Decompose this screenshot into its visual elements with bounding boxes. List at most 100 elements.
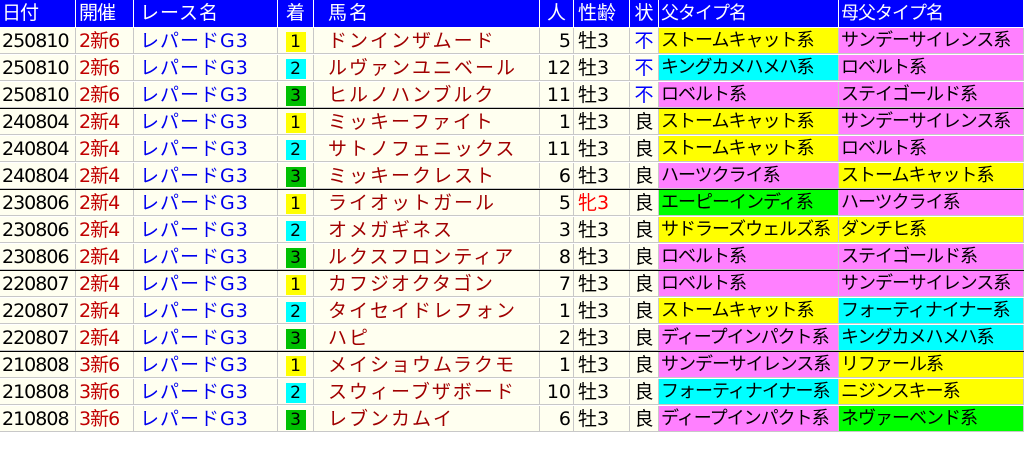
table-row: 240804 2新4 レパードG3 2 サトノフェニックス 11 牡3 良ストームキャット系ロ… [0, 136, 1024, 163]
race-cell: レパードG3 [134, 190, 278, 216]
sex-age-cell: 牡3 [574, 55, 630, 81]
damsire-type-cell: サンデーサイレンス系 [839, 28, 1024, 54]
race-cell: レパードG3 [134, 217, 278, 243]
table-row: 240804 2新4 レパードG3 3 ミッキークレスト 6 牡3 良ハーツクライ系 ストームキ… [0, 163, 1024, 190]
sire-type-cell: フォーティナイナー系 [659, 379, 839, 405]
table-row: 250810 2新6 レパードG3 3 ヒルノハンブルク 11 牡3 不ロベルト系 ステイゴール… [0, 82, 1024, 109]
header-race: レース名 [134, 0, 278, 27]
chaku-cell: 2 [278, 298, 314, 324]
race-cell: レパードG3 [134, 244, 278, 270]
date-cell: 220807 [0, 271, 76, 297]
horse-name-cell: メイショウムラクモ [314, 352, 540, 378]
kai-cell: 2新4 [76, 325, 134, 351]
chaku-cell: 3 [278, 163, 314, 189]
table-row: 210808 3新6 レパードG3 1 メイショウムラクモ 1 牡3 良サンデーサイレンス系リ… [0, 352, 1024, 379]
kai-cell: 2新6 [76, 28, 134, 54]
header-damsire-type: 母父タイプ名 [839, 0, 1024, 27]
race-cell: レパードG3 [134, 136, 278, 162]
damsire-type-cell: ストームキャット系 [839, 163, 1024, 189]
finish-badge: 3 [285, 86, 306, 106]
damsire-type-cell: リファール系 [839, 352, 1024, 378]
chaku-cell: 1 [278, 28, 314, 54]
chaku-cell: 1 [278, 352, 314, 378]
race-cell: レパードG3 [134, 82, 278, 108]
ninki-cell: 1 [540, 298, 574, 324]
cond-cell: 不 [630, 28, 659, 54]
race-cell: レパードG3 [134, 163, 278, 189]
chaku-cell: 1 [278, 271, 314, 297]
chaku-cell: 1 [278, 109, 314, 135]
horse-name-cell: ヒルノハンブルク [314, 82, 540, 108]
cond-cell: 不 [630, 82, 659, 108]
date-cell: 250810 [0, 82, 76, 108]
cond-cell: 良 [630, 190, 659, 216]
race-cell: レパードG3 [134, 379, 278, 405]
sex-age-cell: 牡3 [574, 28, 630, 54]
finish-badge: 1 [285, 356, 306, 376]
sire-type-cell: ストームキャット系 [659, 298, 839, 324]
race-cell: レパードG3 [134, 28, 278, 54]
cond-cell: 良 [630, 244, 659, 270]
table-row: 210808 3新6 レパードG3 2 スウィーブザボード 10 牡3 良フォーティナイナー系… [0, 379, 1024, 406]
kai-cell: 2新6 [76, 82, 134, 108]
cond-cell: 良 [630, 325, 659, 351]
race-cell: レパードG3 [134, 325, 278, 351]
sex-age-cell: 牡3 [574, 217, 630, 243]
horse-name-cell: ライオットガール [314, 190, 540, 216]
sire-type-cell: ハーツクライ系 [659, 163, 839, 189]
horse-name-cell: ドンインザムード [314, 28, 540, 54]
chaku-cell: 2 [278, 379, 314, 405]
horse-name-cell: ルヴァンユニベール [314, 55, 540, 81]
horse-name-cell: ルクスフロンティア [314, 244, 540, 270]
date-cell: 250810 [0, 55, 76, 81]
table-row: 220807 2新4 レパードG3 2 タイセイドレフォン 1 牡3 良ストームキャット系 フォ… [0, 298, 1024, 325]
ninki-cell: 3 [540, 217, 574, 243]
table-row: 250810 2新6 レパードG3 2 ルヴァンユニベール 12 牡3 不キングカメハメハ系ロ… [0, 55, 1024, 82]
header-cond: 状 [630, 0, 659, 27]
cond-cell: 良 [630, 136, 659, 162]
sire-type-cell: ロベルト系 [659, 271, 839, 297]
horse-name-cell: ミッキークレスト [314, 163, 540, 189]
finish-badge: 2 [285, 59, 306, 79]
cond-cell: 良 [630, 298, 659, 324]
finish-badge: 3 [285, 248, 306, 268]
sex-age-cell: 牡3 [574, 136, 630, 162]
kai-cell: 2新6 [76, 55, 134, 81]
chaku-cell: 3 [278, 244, 314, 270]
race-cell: レパードG3 [134, 55, 278, 81]
finish-badge: 2 [285, 302, 306, 322]
cond-cell: 良 [630, 406, 659, 432]
chaku-cell: 2 [278, 55, 314, 81]
sire-type-cell: ストームキャット系 [659, 136, 839, 162]
race-cell: レパードG3 [134, 406, 278, 432]
cond-cell: 良 [630, 109, 659, 135]
kai-cell: 2新4 [76, 163, 134, 189]
date-cell: 230806 [0, 190, 76, 216]
sex-age-cell: 牝3 [574, 190, 630, 216]
damsire-type-cell: ステイゴールド系 [839, 244, 1024, 270]
horse-name-cell: スウィーブザボード [314, 379, 540, 405]
damsire-type-cell: ロベルト系 [839, 136, 1024, 162]
date-cell: 230806 [0, 217, 76, 243]
sire-type-cell: エーピーインディ系 [659, 190, 839, 216]
header-ninki: 人 [540, 0, 574, 27]
damsire-type-cell: ネヴァーベンド系 [839, 406, 1024, 432]
ninki-cell: 6 [540, 406, 574, 432]
damsire-type-cell: サンデーサイレンス系 [839, 271, 1024, 297]
sire-type-cell: ロベルト系 [659, 244, 839, 270]
finish-badge: 2 [285, 140, 306, 160]
sex-age-cell: 牡3 [574, 163, 630, 189]
cond-cell: 良 [630, 352, 659, 378]
finish-badge: 1 [285, 113, 306, 133]
horse-name-cell: タイセイドレフォン [314, 298, 540, 324]
header-kai: 開催 [76, 0, 134, 27]
ninki-cell: 6 [540, 163, 574, 189]
header-name: 馬名 [314, 0, 540, 27]
date-cell: 250810 [0, 28, 76, 54]
kai-cell: 3新6 [76, 406, 134, 432]
kai-cell: 2新4 [76, 298, 134, 324]
damsire-type-cell: ロベルト系 [839, 55, 1024, 81]
kai-cell: 2新4 [76, 271, 134, 297]
kai-cell: 2新4 [76, 244, 134, 270]
race-cell: レパードG3 [134, 109, 278, 135]
